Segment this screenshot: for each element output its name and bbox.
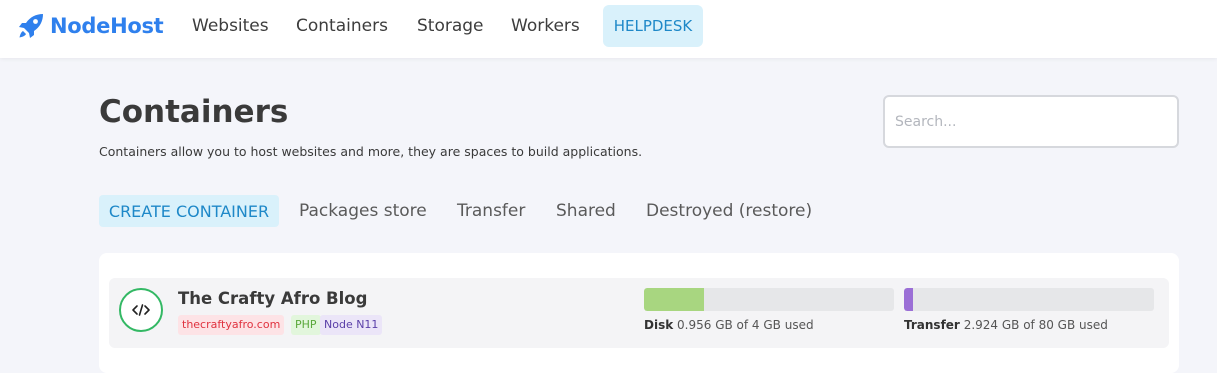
search-input[interactable] — [883, 95, 1179, 148]
disk-usage-label: Disk 0.956 GB of 4 GB used — [644, 317, 814, 333]
domain-badge[interactable]: thecraftyafro.com — [178, 315, 285, 335]
disk-label: Disk — [644, 318, 674, 332]
transfer-usage-bar — [904, 288, 1154, 311]
create-container-button[interactable]: CREATE CONTAINER — [99, 195, 279, 227]
disk-usage-text: 0.956 GB of 4 GB used — [677, 318, 814, 332]
nav-item-workers[interactable]: Workers — [511, 15, 580, 37]
brand-name: NodeHost — [50, 14, 164, 38]
code-icon — [119, 288, 163, 332]
page-description: Containers allow you to host websites an… — [99, 144, 643, 159]
disk-usage-fill — [644, 288, 704, 311]
brand-logo[interactable]: NodeHost — [16, 11, 164, 41]
transfer-label: Transfer — [904, 318, 960, 332]
transfer-usage-label: Transfer 2.924 GB of 80 GB used — [904, 317, 1108, 333]
page-title: Containers — [99, 94, 289, 130]
disk-usage-bar — [644, 288, 894, 311]
transfer-usage-fill — [904, 288, 914, 311]
transfer-usage-text: 2.924 GB of 80 GB used — [963, 318, 1108, 332]
rocket-icon — [16, 11, 46, 41]
helpdesk-button[interactable]: HELPDESK — [603, 5, 703, 47]
destroyed-restore-link[interactable]: Destroyed (restore) — [646, 200, 812, 222]
node-badge: Node N11 — [320, 315, 383, 335]
nav-item-containers[interactable]: Containers — [296, 15, 388, 37]
packages-store-link[interactable]: Packages store — [299, 200, 427, 222]
transfer-link[interactable]: Transfer — [457, 200, 525, 222]
runtime-badge: PHP — [291, 315, 321, 335]
container-name[interactable]: The Crafty Afro Blog — [178, 288, 367, 310]
nav-item-websites[interactable]: Websites — [192, 15, 269, 37]
nav-item-storage[interactable]: Storage — [417, 15, 484, 37]
top-navbar: NodeHost Websites Containers Storage Wor… — [0, 0, 1217, 58]
shared-link[interactable]: Shared — [556, 200, 616, 222]
